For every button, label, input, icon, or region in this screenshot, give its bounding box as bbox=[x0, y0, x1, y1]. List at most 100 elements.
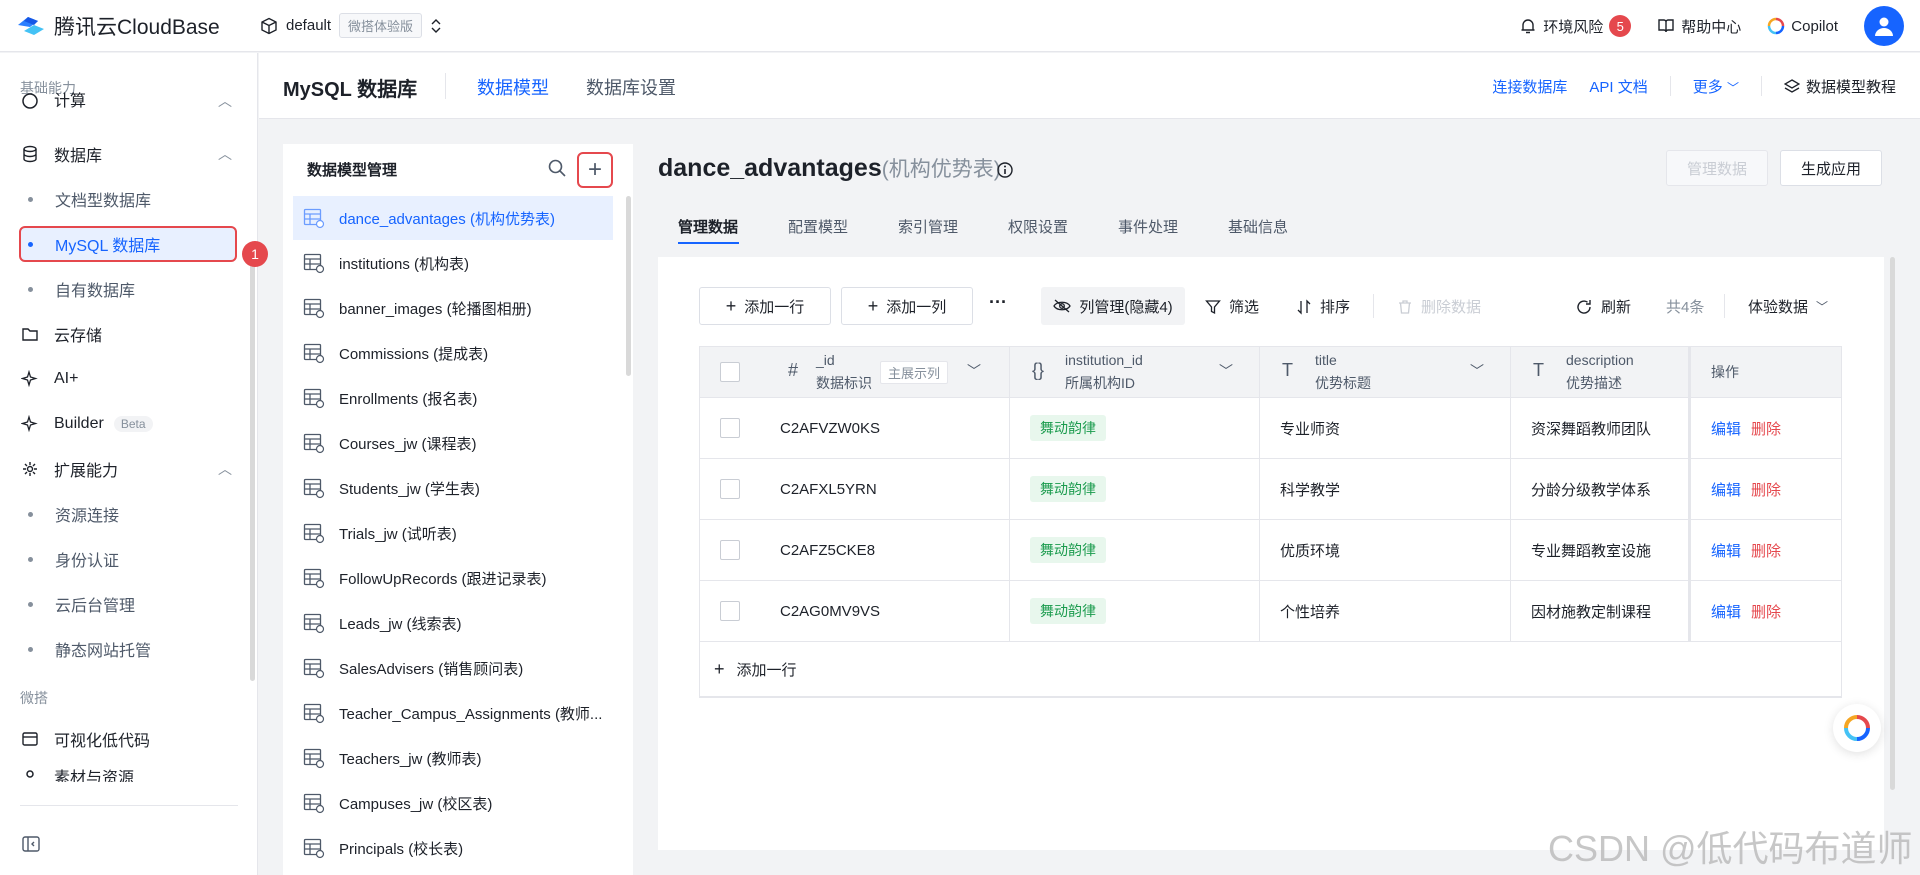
chevron-down-icon[interactable]: ﹀ bbox=[1470, 361, 1484, 381]
tab-config-model[interactable]: 配置模型 bbox=[788, 216, 848, 237]
edit-link[interactable]: 编辑 bbox=[1711, 479, 1741, 500]
top-bar: 腾讯云CloudBase default 微搭体验版 环境风险 5 帮助中心 C… bbox=[0, 0, 1920, 52]
sidebar-item-ai[interactable]: AI+ bbox=[20, 359, 240, 399]
chevron-down-icon[interactable]: ﹀ bbox=[967, 361, 981, 381]
data-mode-select[interactable]: 体验数据 ﹀ bbox=[1748, 296, 1828, 317]
model-list-item[interactable]: Courses_jw (课程表) bbox=[293, 421, 613, 465]
sidebar-item-backend[interactable]: 云后台管理 bbox=[20, 584, 240, 624]
delete-link[interactable]: 删除 bbox=[1751, 418, 1781, 439]
sidebar-item-assets[interactable]: 素材与资源 bbox=[20, 764, 240, 782]
delete-link[interactable]: 删除 bbox=[1751, 540, 1781, 561]
edit-link[interactable]: 编辑 bbox=[1711, 601, 1741, 622]
info-icon[interactable] bbox=[996, 161, 1014, 179]
table-row[interactable]: C2AFZ5CKE8 舞动韵律 优质环境 专业舞蹈教室设施 编辑 删除 bbox=[700, 519, 1841, 580]
env-risk-button[interactable]: 环境风险 5 bbox=[1519, 15, 1632, 37]
table-add-row-button[interactable]: + 添加一行 bbox=[700, 641, 1841, 697]
institution-tag[interactable]: 舞动韵律 bbox=[1030, 476, 1106, 502]
model-list-item[interactable]: Commissions (提成表) bbox=[293, 331, 613, 375]
model-list-item[interactable]: Trials_jw (试听表) bbox=[293, 511, 613, 555]
model-list-item[interactable]: banner_images (轮播图相册) bbox=[293, 286, 613, 330]
model-list-scrollbar[interactable] bbox=[626, 196, 631, 376]
env-switcher[interactable]: default 微搭体验版 bbox=[260, 13, 442, 38]
sidebar-item-builder[interactable]: Builder Beta bbox=[20, 404, 240, 444]
tab-db-settings[interactable]: 数据库设置 bbox=[586, 74, 676, 100]
row-checkbox[interactable] bbox=[720, 418, 740, 438]
row-description: 专业舞蹈教室设施 bbox=[1531, 542, 1652, 560]
column-header-description[interactable]: T description 优势描述 bbox=[1511, 347, 1691, 397]
select-all-checkbox[interactable] bbox=[720, 362, 740, 382]
tab-permissions[interactable]: 权限设置 bbox=[1008, 216, 1068, 237]
sidebar-scrollbar[interactable] bbox=[250, 245, 255, 681]
model-list-item-label: Enrollments (报名表) bbox=[339, 390, 478, 408]
sidebar-item-doc-db[interactable]: 文档型数据库 bbox=[20, 179, 240, 219]
tab-events[interactable]: 事件处理 bbox=[1118, 216, 1178, 237]
model-list-item[interactable]: Students_jw (学生表) bbox=[293, 466, 613, 510]
edit-link[interactable]: 编辑 bbox=[1711, 418, 1741, 439]
refresh-button[interactable]: 刷新 bbox=[1575, 296, 1631, 317]
api-doc-link[interactable]: API 文档 bbox=[1589, 76, 1647, 97]
copilot-button[interactable]: Copilot bbox=[1767, 17, 1838, 35]
manage-data-button[interactable]: 管理数据 bbox=[1666, 150, 1768, 186]
delete-data-button[interactable]: 删除数据 bbox=[1397, 296, 1481, 317]
row-checkbox[interactable] bbox=[720, 540, 740, 560]
more-dropdown[interactable]: 更多 ﹀ bbox=[1693, 76, 1739, 97]
user-avatar[interactable] bbox=[1864, 6, 1904, 46]
institution-tag[interactable]: 舞动韵律 bbox=[1030, 598, 1106, 624]
collapse-sidebar-icon[interactable] bbox=[22, 836, 40, 852]
institution-tag[interactable]: 舞动韵律 bbox=[1030, 537, 1106, 563]
filter-button[interactable]: 筛选 bbox=[1205, 296, 1259, 317]
sidebar-item-static[interactable]: 静态网站托管 bbox=[20, 629, 240, 669]
tutorial-link[interactable]: 数据模型教程 bbox=[1783, 76, 1896, 97]
column-header-title[interactable]: T title 优势标题 ﹀ bbox=[1260, 347, 1511, 397]
table-row[interactable]: C2AFXL5YRN 舞动韵律 科学教学 分龄分级教学体系 编辑 删除 bbox=[700, 458, 1841, 519]
table-row[interactable]: C2AFVZW0KS 舞动韵律 专业师资 资深舞蹈教师团队 编辑 删除 bbox=[700, 397, 1841, 458]
sort-toggle-icon bbox=[431, 18, 441, 33]
sidebar-item-compute[interactable]: 计算 ︿ bbox=[20, 91, 240, 111]
column-header-institution[interactable]: {} institution_id 所属机构ID ﹀ bbox=[1010, 347, 1260, 397]
sidebar-item-extensions[interactable]: 扩展能力 ︿ bbox=[20, 449, 240, 489]
add-row-button[interactable]: + 添加一行 bbox=[699, 287, 831, 325]
chevron-down-icon[interactable]: ﹀ bbox=[1219, 361, 1233, 381]
add-model-button[interactable]: + bbox=[577, 152, 613, 188]
model-list-item[interactable]: SalesAdvisers (销售顾问表) bbox=[293, 646, 613, 690]
model-list-item[interactable]: institutions (机构表) bbox=[293, 241, 613, 285]
sidebar-item-mysql-db[interactable]: MySQL 数据库 bbox=[19, 226, 237, 262]
brand-logo[interactable]: 腾讯云CloudBase bbox=[16, 11, 260, 41]
edit-link[interactable]: 编辑 bbox=[1711, 540, 1741, 561]
sidebar-item-lowcode[interactable]: 可视化低代码 bbox=[20, 719, 240, 759]
tab-manage-data[interactable]: 管理数据 bbox=[678, 216, 738, 237]
sidebar-item-auth[interactable]: 身份认证 bbox=[20, 539, 240, 579]
help-center-link[interactable]: 帮助中心 bbox=[1657, 16, 1741, 37]
connect-db-link[interactable]: 连接数据库 bbox=[1492, 76, 1567, 97]
more-actions-button[interactable]: ··· bbox=[989, 292, 1007, 313]
model-list-item[interactable]: Leads_jw (线索表) bbox=[293, 601, 613, 645]
tab-basic-info[interactable]: 基础信息 bbox=[1228, 216, 1288, 237]
model-list-item[interactable]: Principals (校长表) bbox=[293, 826, 613, 870]
row-checkbox[interactable] bbox=[720, 601, 740, 621]
search-icon[interactable] bbox=[547, 158, 567, 178]
delete-link[interactable]: 删除 bbox=[1751, 601, 1781, 622]
sidebar-item-res-conn[interactable]: 资源连接 bbox=[20, 494, 240, 534]
column-manage-button[interactable]: 列管理(隐藏4) bbox=[1041, 287, 1185, 325]
tab-data-model[interactable]: 数据模型 bbox=[477, 74, 549, 100]
model-list-item[interactable]: FollowUpRecords (跟进记录表) bbox=[293, 556, 613, 600]
sort-button[interactable]: 排序 bbox=[1296, 296, 1350, 317]
tab-index[interactable]: 索引管理 bbox=[898, 216, 958, 237]
institution-tag[interactable]: 舞动韵律 bbox=[1030, 415, 1106, 441]
model-list-item[interactable]: Enrollments (报名表) bbox=[293, 376, 613, 420]
row-checkbox[interactable] bbox=[720, 479, 740, 499]
model-list-item[interactable]: dance_advantages (机构优势表) bbox=[293, 196, 613, 240]
model-list-item[interactable]: Teachers_jw (教师表) bbox=[293, 736, 613, 780]
table-row[interactable]: C2AG0MV9VS 舞动韵律 个性培养 因材施教定制课程 编辑 删除 bbox=[700, 580, 1841, 641]
sidebar-item-own-db[interactable]: 自有数据库 bbox=[20, 269, 240, 309]
sidebar-item-database[interactable]: 数据库 ︿ bbox=[20, 134, 240, 174]
sidebar-item-storage[interactable]: 云存储 bbox=[20, 314, 240, 354]
main-scrollbar[interactable] bbox=[1890, 257, 1895, 790]
assistant-float-button[interactable] bbox=[1833, 704, 1881, 752]
delete-link[interactable]: 删除 bbox=[1751, 479, 1781, 500]
generate-app-button[interactable]: 生成应用 bbox=[1780, 150, 1882, 186]
model-list-item[interactable]: Teacher_Campus_Assignments (教师... bbox=[293, 691, 613, 735]
add-column-button[interactable]: + 添加一列 bbox=[841, 287, 973, 325]
model-list-item[interactable]: Campuses_jw (校区表) bbox=[293, 781, 613, 825]
column-header-id[interactable]: # _id 数据标识 主展示列 ﹀ bbox=[700, 347, 1010, 397]
